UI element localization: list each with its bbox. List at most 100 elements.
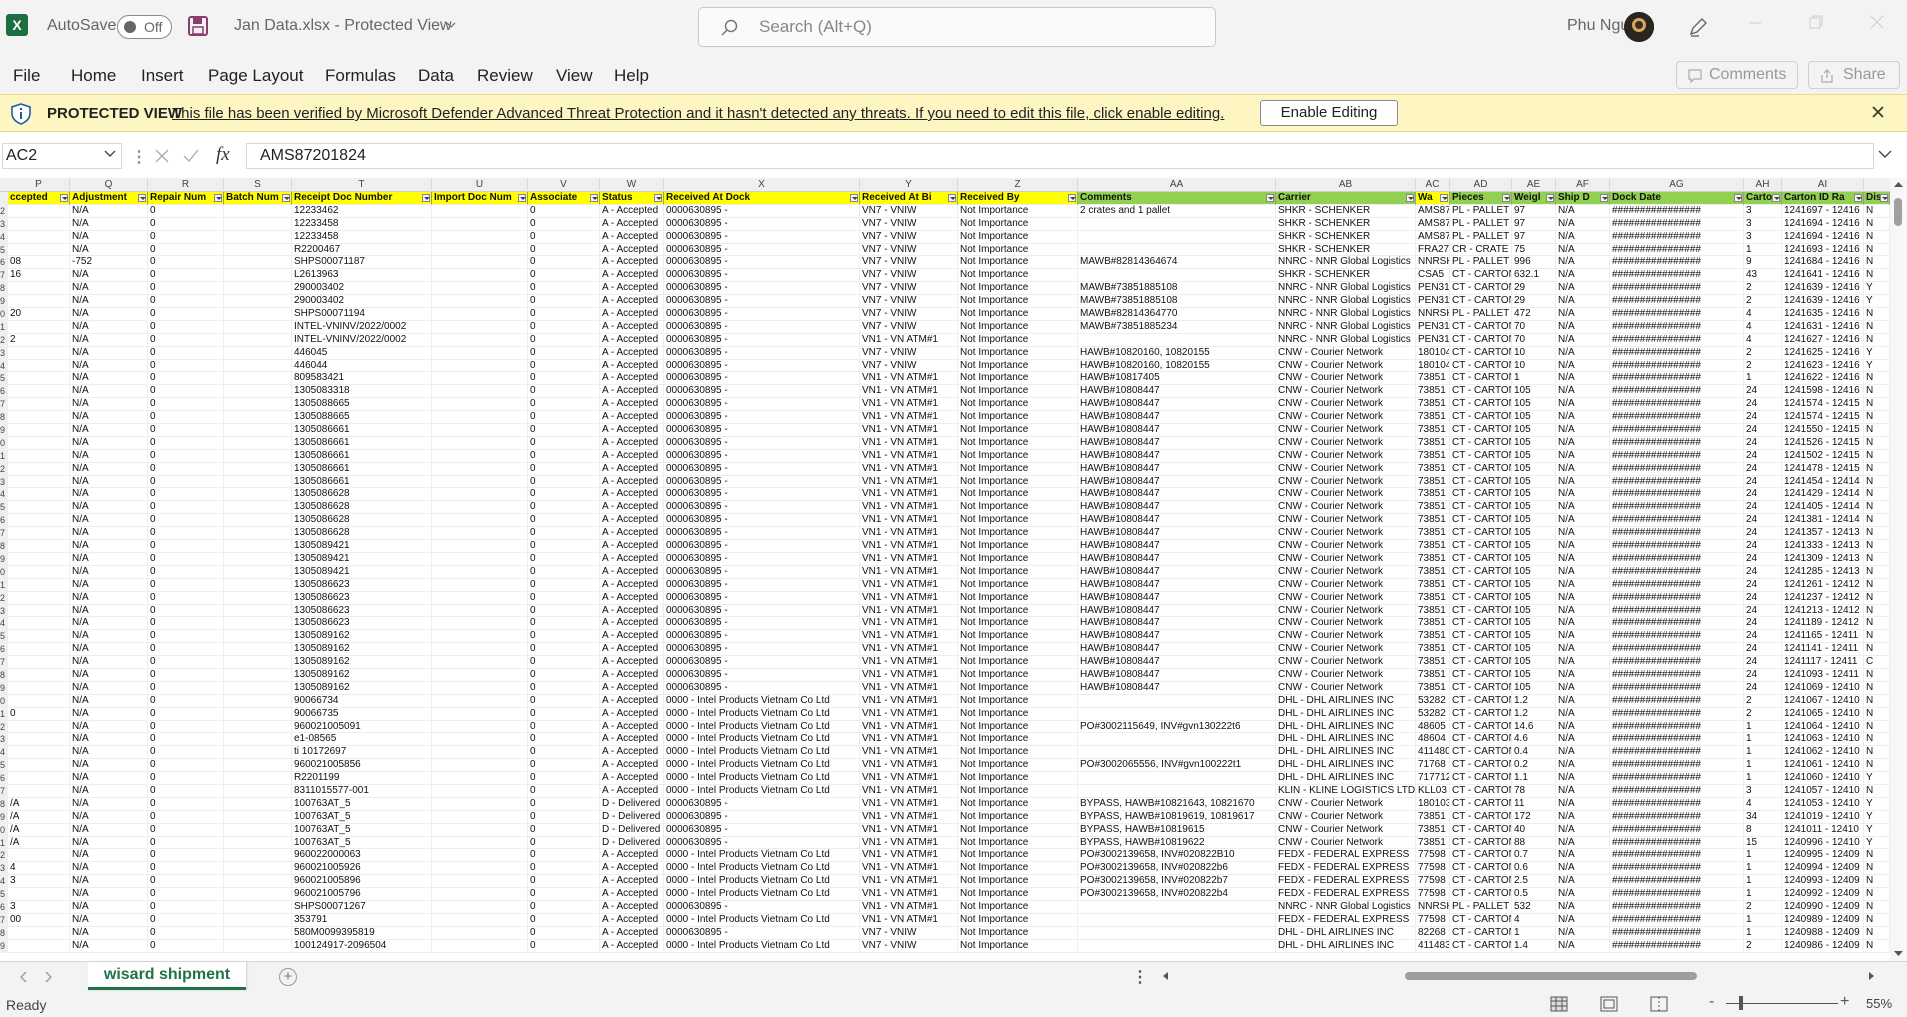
table-cell[interactable]: ################ <box>1610 797 1744 811</box>
table-cell[interactable]: MAWB#82814364674 <box>1078 256 1276 270</box>
table-cell[interactable]: DHL - DHL AIRLINES INC <box>1276 733 1416 747</box>
table-cell[interactable]: ################ <box>1610 320 1744 334</box>
table-cell[interactable] <box>432 359 528 373</box>
table-cell[interactable] <box>8 888 70 901</box>
table-cell[interactable]: 0 <box>528 668 600 682</box>
table-cell[interactable]: AMS87 <box>1416 217 1450 231</box>
table-cell[interactable]: 105 <box>1512 475 1556 489</box>
table-cell[interactable]: CT - CARTON <box>1450 320 1512 334</box>
table-cell[interactable]: N/A <box>70 913 148 927</box>
table-cell[interactable]: 1 <box>1744 926 1782 940</box>
table-cell[interactable] <box>224 823 292 837</box>
table-cell[interactable]: A - Accepted <box>600 230 664 244</box>
row-number[interactable]: 5 <box>0 630 8 644</box>
table-cell[interactable]: 73851 <box>1416 604 1450 618</box>
table-cell[interactable]: 0 <box>528 398 600 412</box>
table-cell[interactable] <box>432 488 528 502</box>
table-cell[interactable]: 0 <box>148 578 224 592</box>
table-cell[interactable]: 0000630895 - <box>664 308 860 321</box>
table-cell[interactable]: 73851 <box>1416 449 1450 463</box>
row-number[interactable]: 3 <box>0 604 8 618</box>
table-cell[interactable]: 1305086628 <box>292 488 432 502</box>
table-cell[interactable]: ################ <box>1610 849 1744 863</box>
table-cell[interactable]: 0 <box>528 759 600 773</box>
table-cell[interactable]: ################ <box>1610 217 1744 231</box>
table-cell[interactable]: 24 <box>1744 475 1782 489</box>
table-cell[interactable]: ################ <box>1610 269 1744 283</box>
table-cell[interactable]: 105 <box>1512 591 1556 605</box>
table-cell[interactable]: 73851 <box>1416 630 1450 644</box>
table-cell[interactable]: 0 <box>528 772 600 785</box>
table-cell[interactable]: 0000 - Intel Products Vietnam Co Ltd <box>664 694 860 708</box>
table-cell[interactable]: CNW - Courier Network <box>1276 810 1416 824</box>
horizontal-scroll-thumb[interactable] <box>1405 972 1697 980</box>
table-cell[interactable]: N <box>1864 527 1890 541</box>
header-cell[interactable]: Batch Num <box>224 192 292 205</box>
table-cell[interactable]: 0000630895 - <box>664 900 860 914</box>
table-cell[interactable]: ################ <box>1610 707 1744 721</box>
table-cell[interactable]: CT - CARTON <box>1450 939 1512 953</box>
table-cell[interactable]: Not Importance <box>958 784 1078 798</box>
table-cell[interactable]: N/A <box>1556 823 1610 837</box>
table-cell[interactable] <box>8 424 70 437</box>
table-cell[interactable]: CNW - Courier Network <box>1276 630 1416 644</box>
table-cell[interactable]: Not Importance <box>958 320 1078 334</box>
table-cell[interactable]: 0000 - Intel Products Vietnam Co Ltd <box>664 939 860 953</box>
table-cell[interactable]: 0 <box>528 385 600 399</box>
table-cell[interactable]: 0 <box>148 939 224 953</box>
table-cell[interactable]: A - Accepted <box>600 424 664 437</box>
table-cell[interactable] <box>224 552 292 566</box>
column-header[interactable]: AH <box>1744 178 1782 192</box>
table-cell[interactable]: 1240995 - 12409 <box>1782 849 1864 863</box>
table-cell[interactable]: 2 <box>1744 694 1782 708</box>
table-cell[interactable]: HAWB#10808447 <box>1078 449 1276 463</box>
table-cell[interactable]: 0000630895 - <box>664 527 860 541</box>
table-cell[interactable]: Not Importance <box>958 668 1078 682</box>
table-cell[interactable]: 24 <box>1744 385 1782 399</box>
table-cell[interactable]: CNW - Courier Network <box>1276 552 1416 566</box>
table-cell[interactable]: VN1 - VN ATM#1 <box>860 810 958 824</box>
table-cell[interactable]: 0 <box>148 346 224 360</box>
header-cell[interactable]: Weigl <box>1512 192 1556 205</box>
header-cell[interactable]: Status <box>600 192 664 205</box>
table-cell[interactable]: 0 <box>148 411 224 425</box>
table-cell[interactable]: 105 <box>1512 488 1556 502</box>
table-cell[interactable] <box>224 694 292 708</box>
table-cell[interactable]: 1241623 - 12416 <box>1782 359 1864 373</box>
table-cell[interactable]: 0 <box>148 746 224 760</box>
table-cell[interactable] <box>224 359 292 373</box>
table-cell[interactable]: A - Accepted <box>600 385 664 399</box>
table-cell[interactable]: Not Importance <box>958 926 1078 940</box>
header-cell[interactable]: Carton C <box>1744 192 1782 205</box>
table-cell[interactable] <box>432 694 528 708</box>
table-cell[interactable]: 0000630895 - <box>664 320 860 334</box>
table-cell[interactable]: 0 <box>148 565 224 579</box>
table-cell[interactable]: ################ <box>1610 617 1744 631</box>
table-cell[interactable]: ################ <box>1610 204 1744 218</box>
table-cell[interactable]: 0 <box>528 256 600 270</box>
table-cell[interactable]: 960021005926 <box>292 862 432 876</box>
table-cell[interactable] <box>432 256 528 270</box>
table-cell[interactable]: 1305089421 <box>292 552 432 566</box>
table-cell[interactable]: FRA27 <box>1416 243 1450 257</box>
table-cell[interactable]: N/A <box>1556 759 1610 773</box>
table-cell[interactable]: 4 <box>1744 308 1782 321</box>
table-cell[interactable]: N <box>1864 707 1890 721</box>
table-cell[interactable]: CT - CARTON <box>1450 656 1512 669</box>
table-cell[interactable]: 73851 <box>1416 436 1450 450</box>
table-cell[interactable]: 1240986 - 12409 <box>1782 939 1864 953</box>
table-cell[interactable]: N <box>1864 630 1890 644</box>
table-cell[interactable]: NNRSH <box>1416 900 1450 914</box>
table-cell[interactable]: A - Accepted <box>600 359 664 373</box>
table-cell[interactable]: VN1 - VN ATM#1 <box>860 617 958 631</box>
table-cell[interactable]: N <box>1864 372 1890 386</box>
header-cell[interactable]: Comments <box>1078 192 1276 205</box>
table-cell[interactable]: N <box>1864 578 1890 592</box>
table-cell[interactable]: INTEL-VNINV/2022/0002 <box>292 320 432 334</box>
table-cell[interactable]: Y <box>1864 797 1890 811</box>
table-cell[interactable] <box>432 888 528 901</box>
table-cell[interactable]: 77598 <box>1416 913 1450 927</box>
table-cell[interactable]: A - Accepted <box>600 578 664 592</box>
table-cell[interactable]: 0 <box>8 707 70 721</box>
table-cell[interactable]: 90066735 <box>292 707 432 721</box>
